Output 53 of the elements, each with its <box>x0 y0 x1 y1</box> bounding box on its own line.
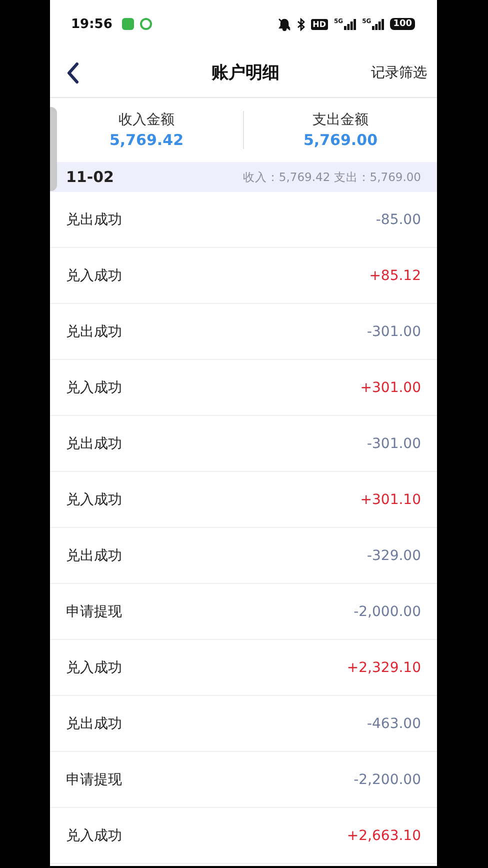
summary-amount: 5,769.00 <box>303 131 378 149</box>
transaction-amount: -301.00 <box>366 436 421 452</box>
transaction-title: 兑入成功 <box>66 266 122 284</box>
page-title: 账户明细 <box>210 62 280 84</box>
edge-handle[interactable] <box>50 107 57 191</box>
transaction-amount: +301.10 <box>360 492 421 508</box>
summary-label: 收入金额 <box>118 111 174 129</box>
transaction-row[interactable]: 兑出成功 -301.00 <box>50 416 437 472</box>
transaction-row[interactable]: 兑入成功 +2,663.10 <box>50 808 437 864</box>
hd-badge: HD <box>310 18 328 30</box>
back-icon[interactable] <box>66 62 80 84</box>
transaction-row[interactable]: 兑出成功 -329.00 <box>50 528 437 584</box>
transaction-row[interactable]: 兑入成功 +2,329.10 <box>50 640 437 696</box>
transaction-title: 兑出成功 <box>66 322 122 340</box>
transaction-amount: +301.00 <box>360 380 421 396</box>
transaction-amount: -85.00 <box>376 212 421 228</box>
transaction-amount: -329.00 <box>366 548 421 564</box>
transaction-amount: -463.00 <box>366 716 421 732</box>
transaction-title: 兑入成功 <box>66 658 122 676</box>
transaction-title: 兑出成功 <box>66 714 122 732</box>
transaction-title: 兑入成功 <box>66 378 122 396</box>
transaction-amount: -301.00 <box>366 324 421 340</box>
transaction-row[interactable]: 申请提现 -2,200.00 <box>50 752 437 808</box>
transaction-row[interactable]: 申请提现 -2,000.00 <box>50 584 437 640</box>
transaction-title: 兑出成功 <box>66 546 122 564</box>
transaction-title: 兑出成功 <box>66 210 122 228</box>
transaction-row[interactable]: 兑入成功 +301.00 <box>50 360 437 416</box>
date-label: 11-02 <box>66 168 114 186</box>
transaction-amount: -2,000.00 <box>354 604 421 620</box>
transaction-row[interactable]: 兑入成功 +85.12 <box>50 248 437 304</box>
day-totals: 收入：5,769.42 支出：5,769.00 <box>242 170 421 184</box>
bluetooth-icon <box>296 18 305 30</box>
transaction-amount: -2,200.00 <box>354 772 421 788</box>
filter-link[interactable]: 记录筛选 <box>371 64 427 82</box>
mute-bell-icon <box>278 18 291 30</box>
transaction-amount: +85.12 <box>369 268 421 284</box>
battery-level: 100 <box>390 18 415 30</box>
transaction-row[interactable]: 兑出成功 -85.00 <box>50 192 437 248</box>
summary-label: 支出金额 <box>312 111 368 129</box>
summary-amount: 5,769.42 <box>109 131 184 149</box>
transaction-title: 申请提现 <box>66 602 122 620</box>
app-notification-icon <box>140 18 152 30</box>
transaction-title: 兑入成功 <box>66 826 122 844</box>
transaction-title: 兑出成功 <box>66 434 122 452</box>
app-notification-icon <box>122 18 134 30</box>
transaction-row[interactable]: 兑入成功 +301.10 <box>50 472 437 528</box>
transaction-amount: +2,663.10 <box>346 828 421 844</box>
transaction-amount: +2,329.10 <box>346 660 421 676</box>
status-time: 19:56 <box>71 16 112 32</box>
transaction-title: 申请提现 <box>66 770 122 788</box>
transaction-row[interactable]: 兑出成功 -463.00 <box>50 696 437 752</box>
transaction-row[interactable]: 兑出成功 -301.00 <box>50 304 437 360</box>
transaction-title: 兑入成功 <box>66 490 122 508</box>
